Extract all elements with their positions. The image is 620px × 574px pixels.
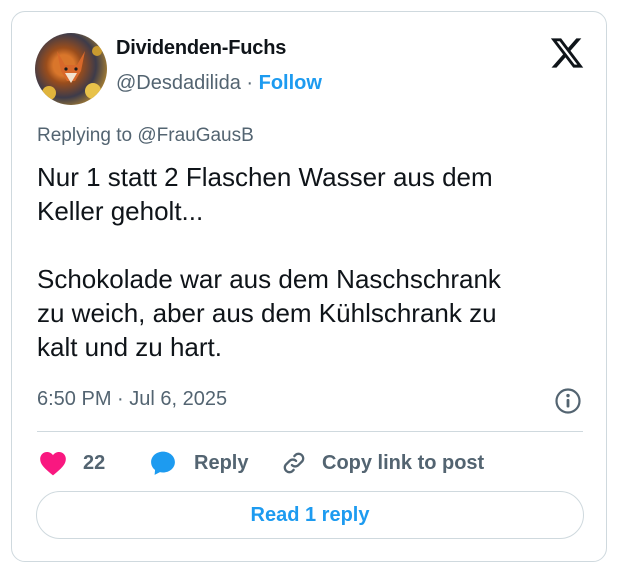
- author-handle-row: @Desdadilida · Follow: [116, 72, 322, 95]
- heart-icon: [40, 452, 66, 476]
- speech-bubble-icon: [151, 451, 175, 475]
- read-replies-button[interactable]: Read 1 reply: [36, 491, 584, 539]
- fox-avatar-icon: [42, 46, 102, 100]
- copy-link-label: Copy link to post: [322, 451, 485, 474]
- info-icon[interactable]: [554, 387, 582, 415]
- author-handle[interactable]: @Desdadilida: [116, 72, 241, 94]
- x-logo-icon[interactable]: [548, 35, 586, 71]
- handle-separator: ·: [246, 72, 254, 94]
- reply-context: Replying to @FrauGausB: [37, 125, 254, 147]
- author-avatar[interactable]: [35, 33, 107, 105]
- reply-button[interactable]: Reply: [149, 446, 248, 480]
- like-count: 22: [83, 451, 106, 474]
- reply-mention[interactable]: @FrauGausB: [137, 125, 253, 146]
- reply-label: Reply: [194, 451, 249, 474]
- reply-prefix: Replying to: [37, 125, 138, 146]
- like-button[interactable]: 22: [39, 446, 105, 480]
- link-icon: [283, 452, 305, 474]
- author-display-name[interactable]: Dividenden-Fuchs: [116, 37, 286, 60]
- copy-link-button[interactable]: Copy link to post: [280, 446, 484, 480]
- tweet-timestamp[interactable]: 6:50 PM · Jul 6, 2025: [37, 388, 227, 411]
- tweet-text: Nur 1 statt 2 Flaschen Wasser aus dem Ke…: [37, 162, 501, 362]
- divider: [37, 431, 583, 432]
- follow-link[interactable]: Follow: [259, 72, 322, 94]
- tweet-card: Dividenden-Fuchs @Desdadilida · Follow R…: [11, 11, 607, 562]
